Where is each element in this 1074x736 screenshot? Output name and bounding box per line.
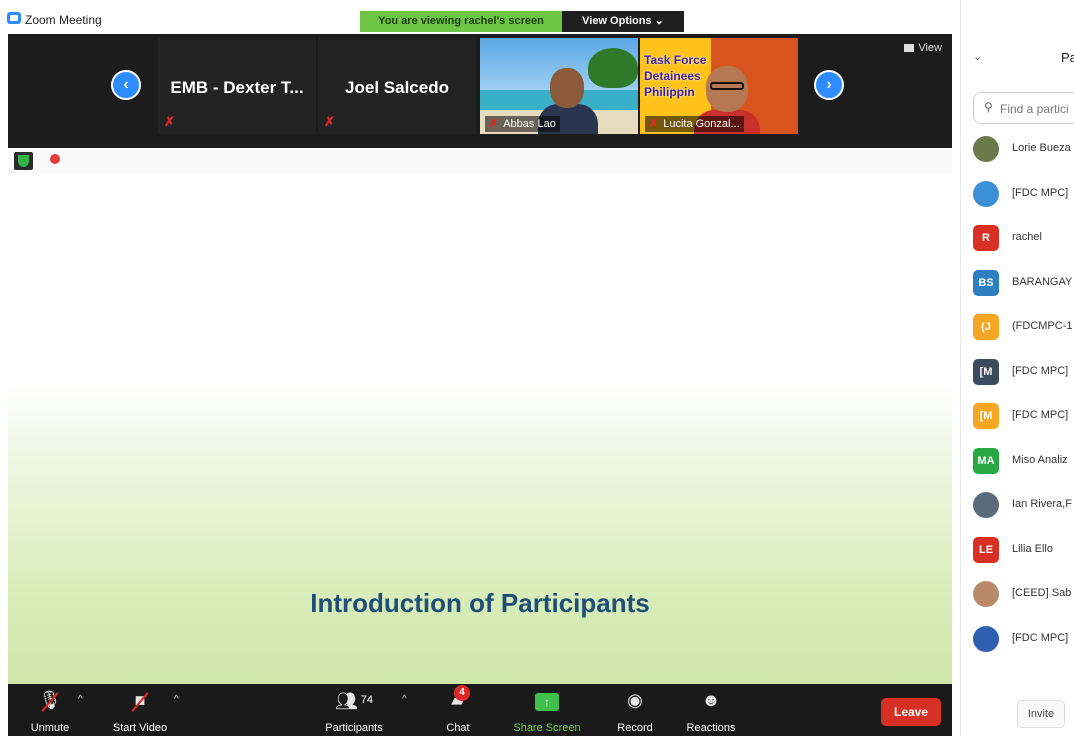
collapse-panel-chevron-icon[interactable]: ⌄ [973, 50, 982, 63]
participant-name: [FDC MPC] [1012, 186, 1069, 199]
participants-button[interactable]: 👥︎ 74 Participants [314, 688, 394, 734]
audio-options-caret[interactable]: ^ [78, 694, 83, 705]
participant-video [550, 68, 584, 108]
microphone-muted-icon: 🎙︎ [22, 688, 78, 714]
encryption-shield-icon[interactable] [14, 152, 33, 170]
start-video-button[interactable]: ■ Start Video [104, 688, 176, 734]
muted-mic-icon: ✗ [324, 114, 335, 129]
avatar: [M [973, 358, 999, 385]
participants-count: 74 [360, 694, 374, 706]
video-options-caret[interactable]: ^ [174, 694, 179, 705]
video-camera-off-icon: ■ [104, 688, 176, 714]
participant-label: ✗ Abbas Lao [485, 116, 560, 132]
participant-list-item[interactable]: LE Lilia Ello [961, 529, 1074, 573]
next-page-button[interactable]: › [814, 70, 844, 100]
search-placeholder: Find a partici [1000, 102, 1069, 116]
muted-mic-icon: ✗ [164, 114, 175, 129]
participants-options-caret[interactable]: ^ [402, 694, 407, 705]
participant-name: Miso Analiz [1012, 453, 1068, 466]
participant-name: rachel [1012, 231, 1042, 243]
participant-name: Joel Salcedo [345, 78, 449, 97]
record-icon: ◉ [627, 690, 643, 710]
participant-list-item[interactable]: MA Miso Analiz [961, 440, 1074, 484]
leave-button[interactable]: Leave [881, 698, 941, 726]
window-title: Zoom Meeting [25, 13, 102, 27]
chat-unread-badge: 4 [454, 685, 470, 701]
video-tile-abbas[interactable]: ✗ Abbas Lao [480, 38, 638, 134]
participant-list-item[interactable]: [M [FDC MPC] [961, 395, 1074, 439]
participant-list-item[interactable]: [FDC MPC] [961, 618, 1074, 662]
title-bar: Zoom Meeting You are viewing rachel's sc… [0, 0, 960, 34]
participant-label: ✗ Lucita Gonzal... [645, 116, 744, 132]
avatar [973, 180, 999, 207]
shared-screen: Introduction of Participants [8, 148, 952, 684]
reactions-button[interactable]: ☻ Reactions [680, 688, 742, 734]
view-options-button[interactable]: View Options ⌄ [562, 11, 684, 32]
participant-search-input[interactable]: ⚲ Find a partici [973, 92, 1074, 124]
participant-list-item[interactable]: [M [FDC MPC] [961, 351, 1074, 395]
zoom-window: Zoom Meeting You are viewing rachel's sc… [0, 0, 1074, 736]
avatar: LE [973, 536, 999, 563]
previous-page-button[interactable]: ‹ [111, 70, 141, 100]
search-icon: ⚲ [984, 100, 993, 114]
record-button[interactable]: ◉ Record [610, 688, 660, 734]
participant-name: Ian Rivera,F [1012, 498, 1072, 510]
participant-name: [FDC MPC] [1012, 631, 1069, 644]
avatar: MA [973, 447, 999, 474]
avatar [973, 581, 999, 607]
video-tile-lucita[interactable]: Task Force Detainees Philippin ✗ Lucita G… [640, 38, 798, 134]
grid-icon [904, 44, 915, 52]
avatar [973, 492, 999, 518]
participant-name: Lilia Ello [1012, 542, 1053, 555]
recording-indicator-icon [50, 154, 60, 164]
panel-title: Pa [1061, 50, 1074, 65]
share-screen-icon: ↑ [535, 693, 559, 711]
participant-list-item[interactable]: Ian Rivera,F [961, 484, 1074, 528]
participant-name: [FDC MPC] [1012, 364, 1069, 377]
video-thumbnail-strip: ‹ EMB - Dexter T... ✗ Joel Salcedo ✗ ✗ Ab… [8, 34, 952, 148]
participant-name: EMB - Dexter T... [170, 78, 304, 97]
zoom-app-icon [7, 12, 21, 24]
avatar [973, 625, 999, 652]
avatar [973, 136, 999, 162]
avatar: BS [973, 269, 999, 296]
invite-button[interactable]: Invite [1017, 700, 1065, 728]
avatar: [M [973, 403, 999, 429]
chat-bubble-icon: ▰4 [438, 685, 478, 714]
participants-icon: 👥︎ 74 [334, 691, 374, 711]
meeting-toolbar: 🎙︎ Unmute ^ ■ Start Video ^ 👥︎ 74 Partici… [8, 684, 952, 736]
avatar: (J [973, 314, 999, 340]
chat-button[interactable]: ▰4 Chat [438, 685, 478, 734]
palm-tree-image [588, 48, 638, 88]
participant-name: (FDCMPC-1 [1012, 320, 1073, 332]
participant-name: [FDC MPC] [1012, 409, 1069, 421]
participants-panel: ⌄ Pa ⚲ Find a partici Lorie Bueza [FDC MP… [960, 0, 1074, 736]
participant-list-item[interactable]: [FDC MPC] [961, 173, 1074, 217]
participant-name: BARANGAY [1012, 275, 1073, 288]
share-screen-button[interactable]: ↑ Share Screen [504, 688, 590, 734]
participant-list-item[interactable]: Rrachel [961, 217, 1074, 261]
participant-list-item[interactable]: BS BARANGAY [961, 262, 1074, 306]
unmute-button[interactable]: 🎙︎ Unmute [22, 688, 78, 734]
participant-list-item[interactable]: [CEED] Sab [961, 573, 1074, 617]
participant-list-item[interactable]: (J (FDCMPC-1 [961, 306, 1074, 350]
participant-name: [CEED] Sab [1012, 587, 1072, 599]
avatar: R [973, 225, 999, 251]
participant-name: Lorie Bueza [1012, 142, 1071, 154]
slide-title: Introduction of Participants [310, 588, 650, 618]
participant-list-item[interactable]: Lorie Bueza [961, 128, 1074, 172]
view-layout-button[interactable]: View [904, 42, 942, 54]
viewing-screen-banner: You are viewing rachel's screen [360, 11, 562, 32]
video-tile-dexter[interactable]: EMB - Dexter T... ✗ [158, 38, 316, 134]
reactions-smiley-icon: ☻ [701, 690, 721, 710]
muted-mic-icon: ✗ [649, 118, 659, 130]
muted-mic-icon: ✗ [489, 118, 499, 130]
video-tile-joel[interactable]: Joel Salcedo ✗ [318, 38, 476, 134]
